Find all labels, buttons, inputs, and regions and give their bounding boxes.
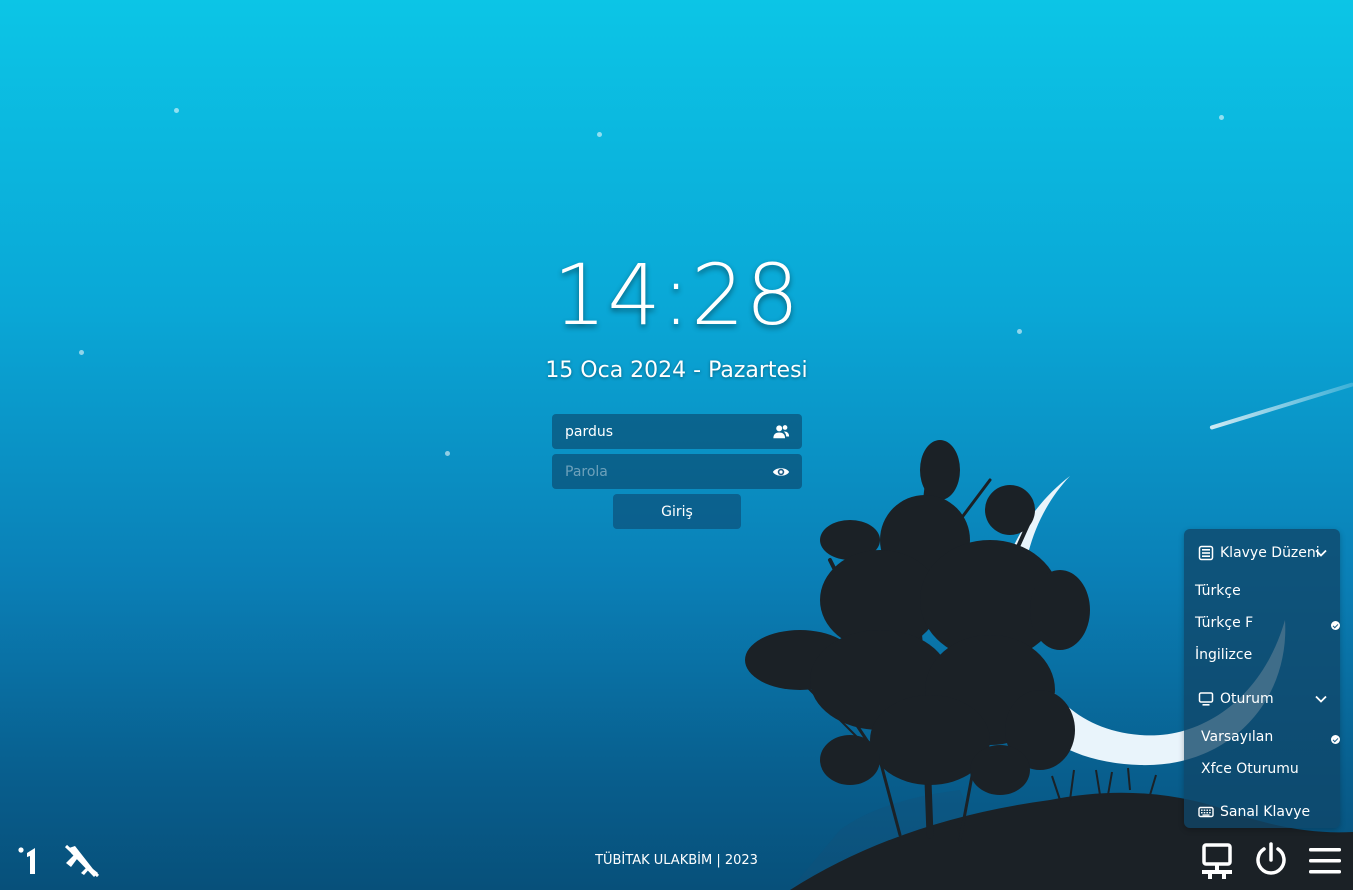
session-option[interactable]: Xfce Oturumu <box>1201 761 1345 785</box>
username-input[interactable] <box>552 414 778 449</box>
option-label: Türkçe F <box>1195 615 1254 631</box>
session-header[interactable]: Oturum <box>1184 687 1340 713</box>
keyboard-layout-option[interactable]: Türkçe F <box>1195 615 1345 639</box>
login-button[interactable]: Giriş <box>613 494 741 529</box>
session-option[interactable]: Varsayılan <box>1201 729 1345 753</box>
clock-time: 14:28 <box>552 246 801 344</box>
session-title: Oturum <box>1220 691 1274 707</box>
password-input[interactable] <box>552 454 778 489</box>
option-label: Türkçe <box>1195 583 1241 599</box>
chevron-down-icon[interactable] <box>1314 546 1328 560</box>
option-label: Varsayılan <box>1201 729 1274 745</box>
option-label: İngilizce <box>1195 647 1253 663</box>
keyboard-layout-icon <box>1198 545 1214 561</box>
option-label: Xfce Oturumu <box>1201 761 1299 777</box>
username-field[interactable] <box>552 414 802 449</box>
monitor-icon <box>1198 692 1214 706</box>
network-icon[interactable] <box>1200 843 1234 881</box>
check-icon <box>1331 621 1340 630</box>
clock-date: 15 Oca 2024 - Pazartesi <box>545 358 808 383</box>
login-screen: 14:28 15 Oca 2024 - Pazartesi Giriş <box>0 0 1353 890</box>
chevron-down-icon[interactable] <box>1314 692 1328 706</box>
power-icon[interactable] <box>1253 842 1289 880</box>
virtual-keyboard-label: Sanal Klavye <box>1220 804 1311 820</box>
check-icon <box>1331 735 1340 744</box>
menu-icon[interactable] <box>1308 846 1342 876</box>
keyboard-layout-title: Klavye Düzeni <box>1220 545 1320 561</box>
virtual-keyboard-toggle[interactable]: Sanal Klavye <box>1184 800 1340 826</box>
eye-icon[interactable] <box>772 463 790 481</box>
keyboard-layout-option[interactable]: Türkçe <box>1195 583 1345 607</box>
keyboard-layout-option[interactable]: İngilizce <box>1195 647 1345 671</box>
footer-credit: TÜBİTAK ULAKBİM | 2023 <box>595 853 758 868</box>
users-icon[interactable] <box>772 423 790 441</box>
options-panel: Klavye Düzeni Türkçe Türkçe F İngilizce … <box>1184 529 1340 828</box>
keyboard-layout-header[interactable]: Klavye Düzeni <box>1184 541 1340 567</box>
password-field[interactable] <box>552 454 802 489</box>
keyboard-icon <box>1198 806 1214 818</box>
